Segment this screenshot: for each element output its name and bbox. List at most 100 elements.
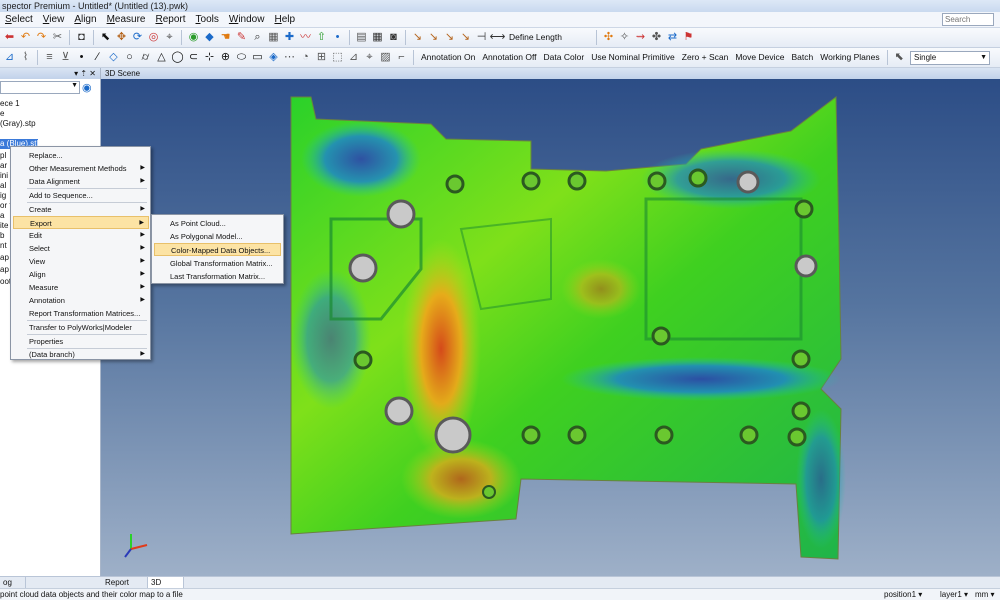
move-device-button[interactable]: Move Device	[732, 50, 787, 65]
tree-item[interactable]: ece 1	[0, 99, 20, 109]
probe-3-icon[interactable]: ↘	[442, 30, 457, 45]
sphere-icon[interactable]: ◯	[170, 50, 185, 65]
filter-icon[interactable]: ⊻	[58, 50, 73, 65]
dot-icon[interactable]: •	[74, 50, 89, 65]
cylinder-icon[interactable]: ⌭	[138, 50, 153, 65]
select-arrow-icon[interactable]: ⬉	[98, 30, 113, 45]
menu-item-transfer-to-polyworks-modeler[interactable]: Transfer to PolyWorks|Modeler	[13, 321, 149, 334]
layers-icon[interactable]: ≡	[42, 50, 57, 65]
menu-item-add-to-sequence[interactable]: Add to Sequence...	[13, 189, 149, 202]
polyline-icon[interactable]: ⊹	[202, 50, 217, 65]
menu-item-report-transformation-matrices[interactable]: Report Transformation Matrices...	[13, 307, 149, 320]
boundary-icon[interactable]: ⬚	[330, 50, 345, 65]
line-icon[interactable]: ∕	[90, 50, 105, 65]
tree-item[interactable]: nt	[0, 241, 7, 251]
menu-item-align[interactable]: Align ▶	[13, 268, 149, 281]
tool-icon[interactable]: ✂	[50, 30, 65, 45]
3d-viewport[interactable]	[101, 79, 1000, 576]
annotation-off-button[interactable]: Annotation Off	[479, 50, 539, 65]
camera-snapshot-icon[interactable]: ◙	[386, 30, 401, 45]
submenu-item-global-transformation-matrix[interactable]: Global Transformation Matrix...	[154, 257, 281, 270]
redo-icon[interactable]: ↷	[34, 30, 49, 45]
menu-item-data-alignment[interactable]: Data Alignment ▶	[13, 175, 149, 188]
laser-icon[interactable]: ⇝	[633, 30, 648, 45]
camera-icon[interactable]: ◘	[74, 30, 89, 45]
probe-icon[interactable]: ↘	[410, 30, 425, 45]
menu-item-annotation[interactable]: Annotation ▶	[13, 294, 149, 307]
annotation-on-button[interactable]: Annotation On	[418, 50, 478, 65]
menu-item-properties[interactable]: Properties	[13, 335, 149, 348]
zoom-icon[interactable]: ⌕	[250, 30, 265, 45]
menu-item-create[interactable]: Create ▶	[13, 203, 149, 216]
section-icon[interactable]: ⋯	[282, 50, 297, 65]
probe-4-icon[interactable]: ↘	[458, 30, 473, 45]
tree-item[interactable]: pl	[0, 151, 6, 161]
datum-icon[interactable]: ⊿	[346, 50, 361, 65]
device-icon[interactable]: ✣	[601, 30, 616, 45]
plus-icon[interactable]: ✚	[282, 30, 297, 45]
frame-icon[interactable]: ⊞	[314, 50, 329, 65]
submenu-item-as-point-cloud[interactable]: As Point Cloud...	[154, 217, 281, 230]
menu-item-data-branch[interactable]: (Data branch) ▶	[13, 348, 149, 361]
gauge-icon[interactable]: ◔	[298, 50, 313, 65]
menu-window[interactable]: Window	[224, 12, 270, 28]
undo-icon[interactable]: ↶	[18, 30, 33, 45]
chart-icon[interactable]: ⊿	[2, 50, 17, 65]
position-selector[interactable]: position1 ▾	[884, 589, 922, 600]
tree-item[interactable]: a	[0, 211, 4, 221]
path-icon[interactable]: 〰	[298, 30, 313, 45]
slot-icon[interactable]: ⊂	[186, 50, 201, 65]
menu-item-other-measurement-methods[interactable]: Other Measurement Methods ▶	[13, 162, 149, 175]
menu-report[interactable]: Report	[150, 12, 190, 28]
define-length-label[interactable]: Define Length	[506, 30, 565, 45]
submenu-item-color-mapped-data-objects[interactable]: Color-Mapped Data Objects...	[154, 243, 281, 256]
menu-item-replace[interactable]: Replace...	[13, 149, 149, 162]
ellipse-icon[interactable]: ⬭	[234, 50, 249, 65]
move-icon[interactable]: ✥	[114, 30, 129, 45]
circle-icon[interactable]: ○	[122, 50, 137, 65]
plane-icon[interactable]: ◇	[106, 50, 121, 65]
tree-item[interactable]: ini	[0, 171, 8, 181]
tracker-icon[interactable]: ✤	[649, 30, 664, 45]
caliper-icon[interactable]: ⊣	[474, 30, 489, 45]
scene-tab-label[interactable]: 3D Scene	[105, 69, 140, 78]
batch-button[interactable]: Batch	[788, 50, 816, 65]
tree-item[interactable]: ap	[0, 253, 9, 263]
units-selector[interactable]: mm ▾	[975, 589, 995, 600]
cube-icon[interactable]: ◆	[202, 30, 217, 45]
tree-item[interactable]: ite	[0, 221, 8, 231]
submenu-item-as-polygonal-model[interactable]: As Polygonal Model...	[154, 230, 281, 243]
arrow-icon[interactable]: ⬅	[2, 30, 17, 45]
panel-controls[interactable]: ▾ ⇡ ✕	[74, 69, 96, 78]
globe-icon[interactable]: ◉	[186, 30, 201, 45]
menu-view[interactable]: View	[38, 12, 70, 28]
scan-icon[interactable]: ⌖	[162, 30, 177, 45]
signal-icon[interactable]: ⚑	[681, 30, 696, 45]
rectangle-icon[interactable]: ▭	[250, 50, 265, 65]
length-icon[interactable]: ⟷	[490, 30, 506, 45]
arrow-up-icon[interactable]: ⇧	[314, 30, 329, 45]
hand-icon[interactable]: ☚	[218, 30, 233, 45]
menu-item-view[interactable]: View ▶	[13, 255, 149, 268]
point-icon[interactable]: •	[330, 30, 345, 45]
probe-2-icon[interactable]: ↘	[426, 30, 441, 45]
tree-item[interactable]: al	[0, 181, 6, 191]
tree-item[interactable]: ar	[0, 161, 7, 171]
selection-mode-select[interactable]: Single ▼	[910, 51, 990, 65]
sync-icon[interactable]: ⇄	[665, 30, 680, 45]
layer-selector[interactable]: layer1 ▾	[940, 589, 968, 600]
graph-icon[interactable]: ⌇	[18, 50, 33, 65]
tree-item[interactable]: e	[0, 109, 4, 119]
target-icon[interactable]: ◎	[146, 30, 161, 45]
pick-icon[interactable]: ⬉	[892, 50, 907, 65]
working-planes-button[interactable]: Working Planes	[817, 50, 882, 65]
cone-icon[interactable]: △	[154, 50, 169, 65]
tree-item[interactable]: ig	[0, 191, 6, 201]
menu-item-export[interactable]: Export ▶	[13, 216, 149, 229]
data-color-button[interactable]: Data Color	[541, 50, 588, 65]
tree-item[interactable]: b	[0, 231, 4, 241]
hatch-icon[interactable]: ▨	[378, 50, 393, 65]
menu-select[interactable]: Select	[0, 12, 38, 28]
zero-scan-button[interactable]: Zero + Scan	[679, 50, 732, 65]
tree-item[interactable]: ap	[0, 265, 9, 275]
